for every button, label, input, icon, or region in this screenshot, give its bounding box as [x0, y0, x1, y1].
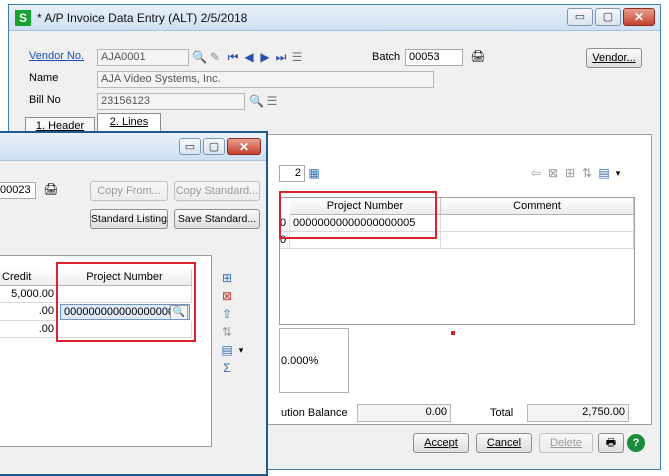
popup-customize-dropdown-icon[interactable]: ▾	[236, 343, 246, 357]
minimize-button[interactable]: ▭	[567, 8, 593, 26]
popup-close-button[interactable]: ✕	[227, 138, 261, 155]
standard-listing-label: Standard Listing	[91, 213, 167, 225]
sort-icon[interactable]: ⇅	[580, 166, 594, 180]
popup-field[interactable]: 00023	[0, 182, 36, 199]
batch-button-icon[interactable]: 🖨	[469, 49, 487, 63]
cancel-button[interactable]: Cancel	[476, 433, 532, 453]
grid-row-1-comment[interactable]	[441, 215, 634, 232]
popup-maximize-button[interactable]: ▢	[203, 138, 225, 155]
grid-header-comment[interactable]: Comment	[441, 198, 634, 215]
bill-lookup-icon[interactable]: 🔍	[249, 94, 264, 108]
print-button[interactable]: 🖶	[598, 433, 624, 453]
red-marker	[451, 331, 455, 335]
customize-dropdown-icon[interactable]: ▾	[613, 166, 623, 180]
popup-row-1-credit[interactable]: 5,000.00	[0, 286, 58, 303]
grid-row-2-comment[interactable]	[441, 232, 634, 249]
help-button[interactable]: ?	[627, 434, 645, 452]
popup-row-2-credit[interactable]: .00	[0, 303, 58, 321]
copy-standard-label: Copy Standard...	[175, 185, 259, 197]
popup-move-icon[interactable]: ⇧	[220, 307, 234, 321]
delete-button[interactable]: Delete	[539, 433, 593, 453]
popup-totals-icon[interactable]: Σ	[220, 361, 234, 375]
popup-minimize-button[interactable]: ▭	[179, 138, 201, 155]
delete-line-icon[interactable]: ⊠	[546, 166, 560, 180]
list-icon[interactable]: ☰	[290, 50, 304, 64]
popup-field-icon[interactable]: 🖨	[42, 182, 60, 196]
delete-label: Delete	[550, 437, 582, 449]
lines-count-field[interactable]: 2	[279, 165, 305, 182]
accept-label: Accept	[424, 437, 458, 449]
maximize-button[interactable]: ▢	[595, 8, 621, 26]
cancel-label: Cancel	[486, 437, 522, 449]
save-standard-button[interactable]: Save Standard...	[174, 209, 260, 229]
name-label: Name	[29, 72, 59, 84]
popup-sort-icon[interactable]: ⇅	[220, 325, 234, 339]
clear-icon[interactable]: ✎	[208, 50, 222, 64]
distribution-balance-label: ution Balance	[281, 407, 348, 419]
main-title-bar[interactable]: S * A/P Invoice Data Entry (ALT) 2/5/201…	[9, 5, 660, 31]
first-record-icon[interactable]: ⏮	[226, 50, 240, 64]
lines-popup-window: ▭ ▢ ✕ 00023 🖨 Copy From... Copy Standard…	[0, 131, 268, 476]
next-record-icon[interactable]: ▶	[258, 50, 272, 64]
bill-no-field[interactable]: 23156123	[97, 93, 245, 110]
percent-value: 0.000%	[281, 355, 319, 367]
popup-delete-line-icon[interactable]: ⊠	[220, 289, 234, 303]
copy-from-label: Copy From...	[97, 185, 161, 197]
vendor-no-link[interactable]: Vendor No.	[29, 50, 84, 62]
total-label: Total	[490, 407, 514, 419]
close-button[interactable]: ✕	[623, 8, 655, 26]
bill-list-icon[interactable]: ☰	[265, 94, 279, 108]
copy-standard-button[interactable]: Copy Standard...	[174, 181, 260, 201]
tab-lines-label: 2. Lines	[109, 116, 149, 128]
standard-listing-button[interactable]: Standard Listing	[90, 209, 168, 229]
distribution-balance-value: 0.00	[357, 404, 451, 422]
vendor-no-field[interactable]: AJA0001	[97, 49, 189, 66]
popup-insert-line-icon[interactable]: ⊞	[220, 271, 234, 285]
name-field[interactable]: AJA Video Systems, Inc.	[97, 71, 434, 88]
batch-field[interactable]: 00053	[405, 49, 463, 66]
total-value: 2,750.00	[527, 404, 629, 422]
batch-label: Batch	[372, 51, 401, 63]
project-number-highlight	[279, 191, 437, 239]
vendor-button[interactable]: Vendor...	[586, 48, 642, 68]
popup-title-bar[interactable]: ▭ ▢ ✕	[0, 133, 266, 161]
copy-from-button[interactable]: Copy From...	[90, 181, 168, 201]
bill-no-label: Bill No	[29, 94, 61, 106]
main-window-title: * A/P Invoice Data Entry (ALT) 2/5/2018	[37, 11, 248, 25]
move-left-icon[interactable]: ⇦	[529, 166, 543, 180]
vendor-button-label: Vendor...	[592, 52, 636, 64]
previous-record-icon[interactable]: ◀	[242, 50, 256, 64]
lookup-icon[interactable]: 🔍	[192, 50, 207, 64]
last-record-icon[interactable]: ⏭	[274, 50, 288, 64]
popup-header-credit[interactable]: Credit	[0, 269, 58, 286]
popup-project-number-highlight	[56, 262, 196, 342]
accept-button[interactable]: Accept	[413, 433, 469, 453]
lines-count-icon[interactable]: ▦	[307, 166, 321, 180]
popup-customize-icon[interactable]: ▤	[220, 343, 234, 357]
customize-icon[interactable]: ▤	[597, 166, 611, 180]
help-icon: ?	[632, 437, 640, 449]
print-icon: 🖶	[605, 437, 617, 449]
save-standard-label: Save Standard...	[177, 213, 257, 225]
popup-row-3-credit[interactable]: .00	[0, 321, 58, 338]
sage-logo-icon: S	[15, 10, 31, 26]
insert-line-icon[interactable]: ⊞	[563, 166, 577, 180]
